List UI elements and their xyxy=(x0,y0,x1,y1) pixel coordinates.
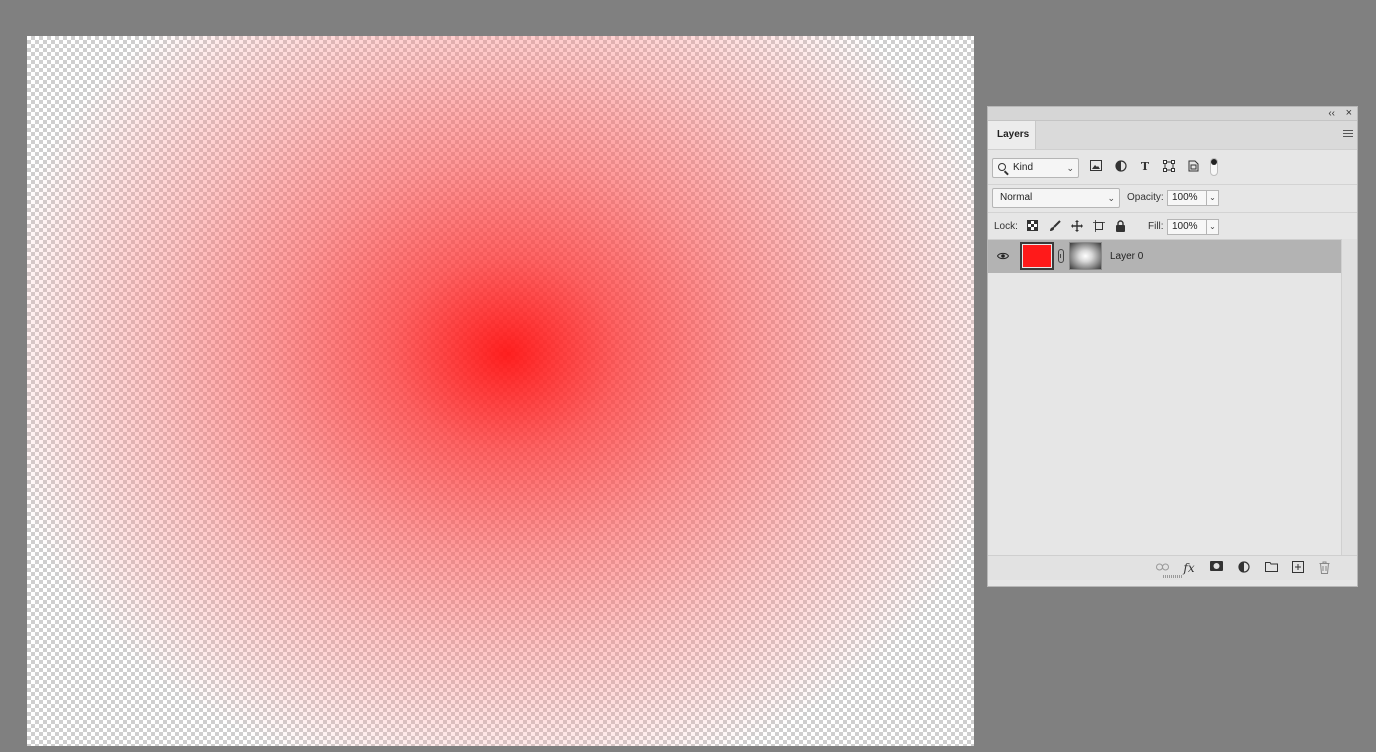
panel-title-bar[interactable]: ‹‹ × xyxy=(988,107,1357,121)
fx-layer-style-icon[interactable]: fx xyxy=(1182,561,1196,575)
fill-label: Fill: xyxy=(1148,221,1164,232)
new-adjustment-layer-icon[interactable] xyxy=(1237,561,1251,575)
filter-row: Kind ⌄ T xyxy=(988,156,1357,184)
lock-row: Lock: Fill: 100% ⌄ xyxy=(988,212,1357,240)
layers-panel: ‹‹ × Layers Kind ⌄ T Normal ⌄ Opacity: 1… xyxy=(987,106,1358,587)
chevron-down-icon: ⌄ xyxy=(1066,163,1074,173)
opacity-label: Opacity: xyxy=(1127,192,1164,203)
chevron-down-icon: ⌄ xyxy=(1107,193,1115,203)
shape-filter-icon[interactable] xyxy=(1162,160,1176,174)
smart-object-filter-icon[interactable] xyxy=(1186,160,1200,174)
layer-row[interactable]: Layer 0 xyxy=(988,240,1342,273)
eye-visibility-icon[interactable] xyxy=(996,252,1010,260)
opacity-dropdown-button[interactable]: ⌄ xyxy=(1206,190,1219,206)
lock-transparent-pixels-icon[interactable] xyxy=(1026,220,1039,233)
layers-list: Layer 0 xyxy=(988,239,1342,556)
opacity-input[interactable]: 100% xyxy=(1167,190,1207,206)
lock-label: Lock: xyxy=(994,221,1018,232)
new-layer-icon[interactable] xyxy=(1291,561,1305,575)
panel-menu-icon[interactable] xyxy=(1343,130,1353,139)
close-panel-icon[interactable]: × xyxy=(1346,107,1352,120)
delete-layer-trash-icon[interactable] xyxy=(1317,561,1331,575)
new-group-folder-icon[interactable] xyxy=(1264,561,1278,575)
blend-mode-select[interactable]: Normal ⌄ xyxy=(992,188,1120,208)
tab-layers[interactable]: Layers xyxy=(988,121,1036,149)
search-icon xyxy=(998,163,1006,171)
layer-thumbnail[interactable] xyxy=(1020,242,1054,270)
layer-name[interactable]: Layer 0 xyxy=(1110,250,1143,264)
lock-image-pixels-brush-icon[interactable] xyxy=(1048,220,1061,233)
fill-dropdown-button[interactable]: ⌄ xyxy=(1206,219,1219,235)
toggle-knob xyxy=(1211,159,1217,165)
image-filter-icon[interactable] xyxy=(1089,160,1103,174)
add-mask-icon[interactable] xyxy=(1209,561,1223,575)
radial-gradient-layer xyxy=(27,36,974,746)
adjustment-filter-icon[interactable] xyxy=(1114,160,1128,174)
blend-row: Normal ⌄ Opacity: 100% ⌄ xyxy=(988,184,1357,212)
layers-footer-toolbar: fx xyxy=(988,555,1357,580)
kind-filter-value: Kind xyxy=(1013,162,1034,173)
blend-mode-value: Normal xyxy=(1000,192,1033,203)
workspace: ‹‹ × Layers Kind ⌄ T Normal ⌄ Opacity: 1… xyxy=(0,0,1376,752)
panel-tab-row: Layers xyxy=(988,121,1357,150)
filter-toggle-switch[interactable] xyxy=(1210,158,1218,176)
document-canvas[interactable] xyxy=(27,36,974,746)
layer-mask-thumbnail[interactable] xyxy=(1069,242,1102,270)
panel-resize-grip[interactable] xyxy=(1163,575,1183,578)
kind-filter-select[interactable]: Kind ⌄ xyxy=(992,158,1079,178)
lock-artboard-icon[interactable] xyxy=(1092,220,1105,233)
fill-input[interactable]: 100% xyxy=(1167,219,1207,235)
lock-all-padlock-icon[interactable] xyxy=(1114,220,1127,233)
type-filter-icon[interactable]: T xyxy=(1138,160,1152,174)
link-chain-icon[interactable] xyxy=(1058,249,1064,263)
layers-scrollbar[interactable] xyxy=(1341,239,1357,555)
collapse-panel-icon[interactable]: ‹‹ xyxy=(1328,107,1335,120)
lock-position-move-icon[interactable] xyxy=(1070,220,1083,233)
link-layers-icon[interactable] xyxy=(1155,561,1169,575)
